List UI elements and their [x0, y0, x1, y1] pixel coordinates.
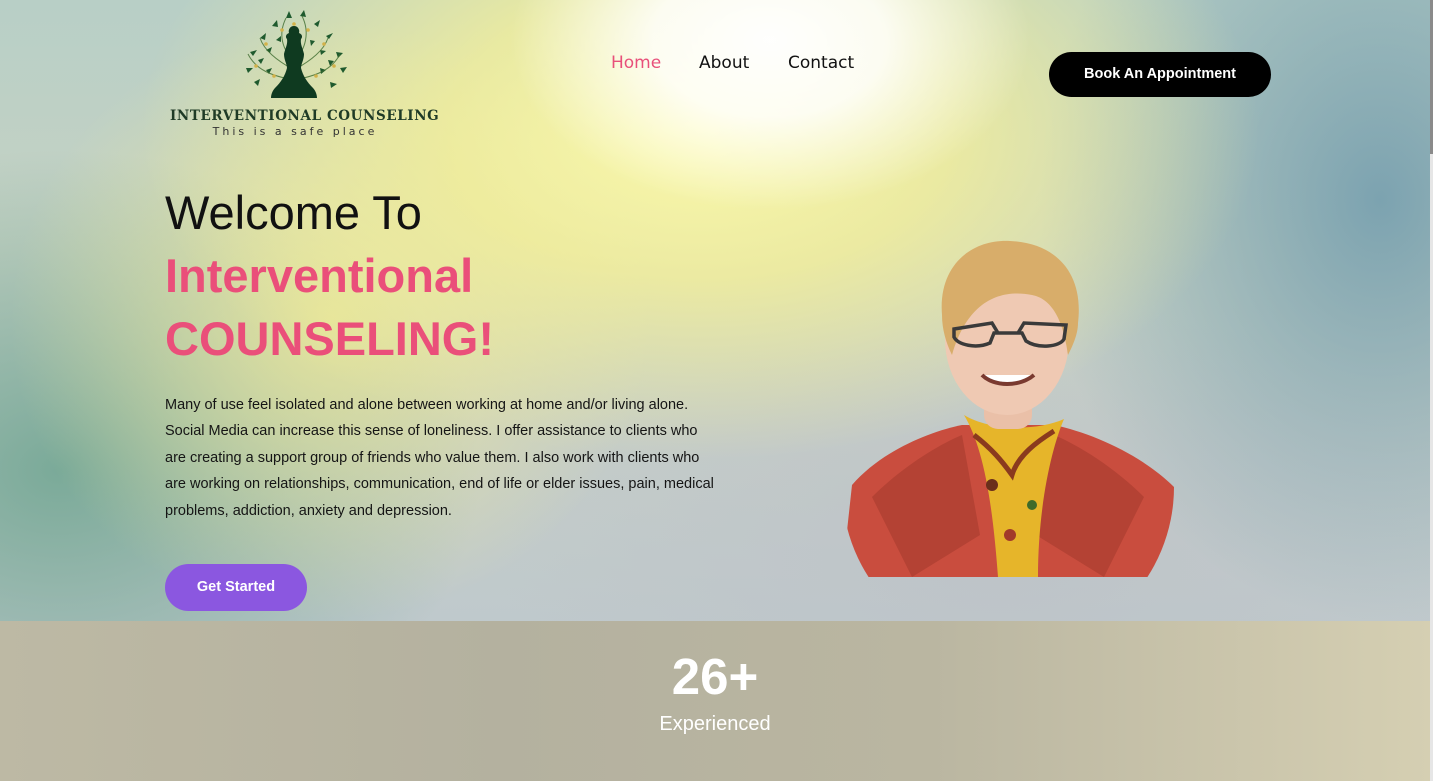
get-started-button[interactable]: Get Started — [165, 564, 307, 611]
book-appointment-button[interactable]: Book An Appointment — [1049, 52, 1271, 97]
hero-section: INTERVENTIONAL COUNSELING This is a safe… — [0, 0, 1430, 621]
site-logo[interactable]: INTERVENTIONAL COUNSELING This is a safe… — [170, 10, 440, 140]
tree-silhouette-icon — [246, 10, 347, 98]
stat-years-number: 26+ — [671, 648, 759, 705]
stats-band: 26+ Experienced — [0, 621, 1430, 781]
stat-years-label: Experienced — [659, 713, 771, 735]
nav-about-link[interactable]: About — [699, 53, 749, 73]
hero-welcome-heading: Welcome To — [165, 186, 422, 239]
counselor-portrait — [842, 240, 1174, 577]
hero-intro-paragraph: Many of use feel isolated and alone betw… — [165, 397, 714, 519]
nav-contact-link[interactable]: Contact — [788, 53, 854, 73]
hero-brand-heading-line2: COUNSELING! — [165, 312, 494, 365]
hero-brand-heading-line1: Interventional — [165, 249, 474, 302]
nav-home-link[interactable]: Home — [611, 53, 661, 73]
logo-brand-name: INTERVENTIONAL COUNSELING — [170, 108, 440, 124]
logo-tagline: This is a safe place — [212, 125, 378, 138]
